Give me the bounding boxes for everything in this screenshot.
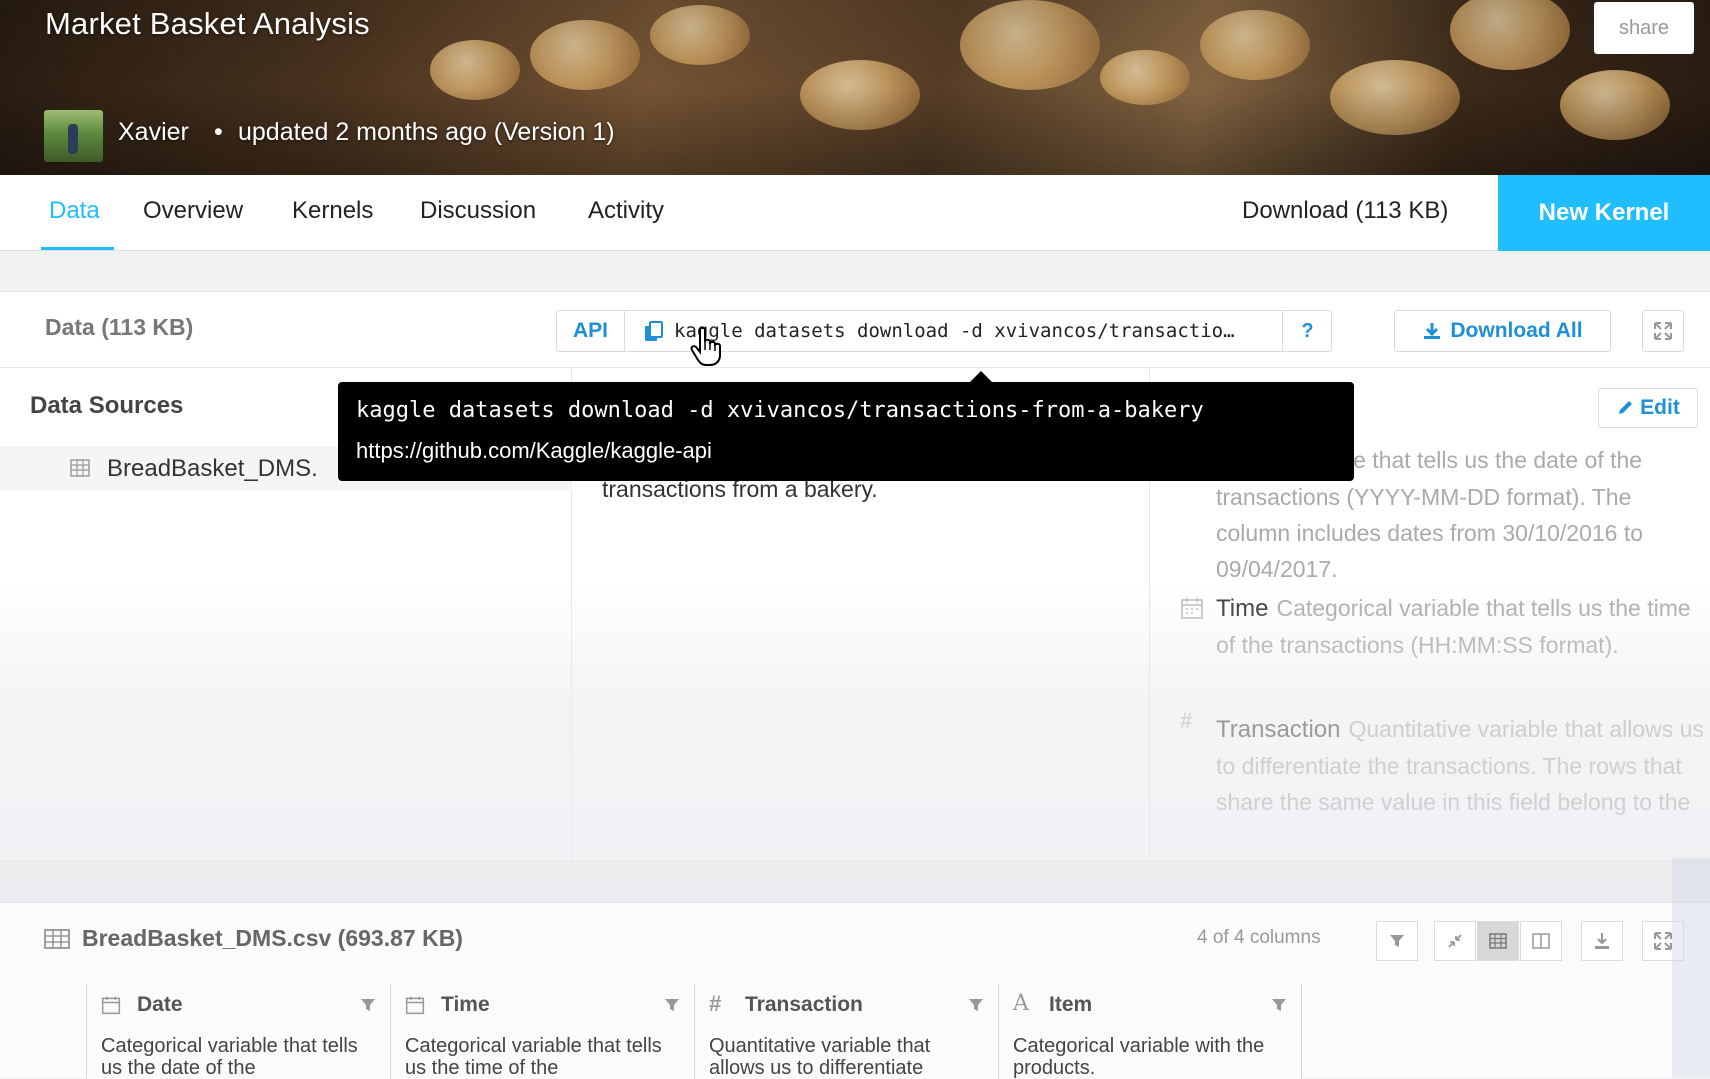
column-header-description: Quantitative variable that allows us to … [709, 1035, 931, 1079]
table-icon [44, 929, 70, 949]
share-button[interactable]: share [1594, 2, 1694, 54]
help-button[interactable]: ? [1282, 311, 1332, 351]
column-info-name: Time [1216, 595, 1269, 622]
download-icon [1424, 323, 1441, 339]
dataset-header-banner: Market Basket Analysis share Xavier • up… [0, 0, 1710, 175]
separator-dot: • [214, 118, 223, 146]
hash-icon: # [1180, 708, 1193, 733]
split-view-button[interactable] [1520, 921, 1562, 961]
active-tab-indicator [41, 247, 114, 250]
filter-button[interactable] [1376, 921, 1418, 961]
side-edge-overlay [1672, 858, 1710, 1078]
calendar-icon [1181, 598, 1203, 619]
column-header-description: Categorical variable with the products. [1013, 1035, 1265, 1079]
download-file-button[interactable] [1581, 921, 1623, 961]
data-size-label: Data (113 KB) [45, 314, 194, 340]
tooltip-link[interactable]: https://github.com/Kaggle/kaggle-api [356, 438, 712, 464]
edit-button[interactable]: Edit [1598, 388, 1698, 428]
grid-icon [1489, 933, 1507, 949]
calendar-icon [101, 996, 121, 1015]
table-icon [70, 459, 90, 477]
dataset-nav: Data Overview Kernels Discussion Activit… [0, 175, 1710, 251]
edit-label: Edit [1640, 396, 1680, 419]
filter-icon [1390, 935, 1404, 947]
columns-icon [1532, 933, 1550, 949]
text-icon: A [1013, 991, 1029, 1016]
tab-activity[interactable]: Activity [588, 197, 664, 225]
tooltip-command: kaggle datasets download -d xvivancos/tr… [356, 398, 1204, 423]
copy-icon[interactable] [643, 321, 665, 343]
download-icon [1595, 933, 1609, 949]
expand-icon [1654, 322, 1672, 340]
grid-view-button[interactable] [1477, 921, 1519, 961]
download-link[interactable]: Download (113 KB) [1242, 197, 1448, 225]
tab-kernels[interactable]: Kernels [292, 197, 373, 225]
column-header-name: Item [1049, 993, 1093, 1016]
tab-data[interactable]: Data [49, 197, 100, 225]
data-panel: Data (113 KB) API kaggle datasets downlo… [0, 291, 1710, 862]
file-preview: BreadBasket_DMS.csv (693.87 KB) 4 of 4 c… [0, 902, 1710, 1079]
collapse-icon [1448, 934, 1462, 948]
column-header-name: Date [137, 993, 183, 1016]
filter-icon[interactable] [360, 997, 376, 1013]
api-command-box[interactable]: API kaggle datasets download -d xvivanco… [556, 310, 1332, 352]
column-header-name: Time [441, 993, 490, 1016]
data-sources-title: Data Sources [30, 392, 184, 419]
table-column-transaction[interactable]: # Transaction Quantitative variable that… [694, 983, 998, 1079]
tooltip-arrow [970, 371, 992, 382]
new-kernel-button[interactable]: New Kernel [1498, 175, 1710, 251]
file-name: BreadBasket_DMS.csv (693.87 KB) [82, 925, 463, 951]
table-column-date[interactable]: Date Categorical variable that tells us … [86, 983, 390, 1079]
data-toolbar: Data (113 KB) API kaggle datasets downlo… [0, 292, 1710, 368]
dataset-title: Market Basket Analysis [45, 6, 370, 41]
api-command-text[interactable]: kaggle datasets download -d xvivancos/tr… [674, 320, 1274, 342]
tab-discussion[interactable]: Discussion [420, 197, 536, 225]
filter-icon[interactable] [968, 997, 984, 1013]
column-count: 4 of 4 columns [1197, 927, 1321, 948]
avatar[interactable] [44, 110, 103, 162]
table-column-item[interactable]: A Item Categorical variable with the pro… [998, 983, 1302, 1079]
download-all-label: Download All [1450, 319, 1583, 342]
hand-cursor-icon [690, 326, 721, 366]
column-header-description: Categorical variable that tells us the d… [101, 1035, 358, 1079]
column-info-name: Transaction [1216, 716, 1341, 743]
calendar-icon [405, 996, 425, 1015]
updated-text: updated 2 months ago (Version 1) [238, 118, 615, 146]
filter-icon[interactable] [664, 997, 680, 1013]
table-header-row: Date Categorical variable that tells us … [86, 983, 1304, 1079]
author-link[interactable]: Xavier [118, 118, 189, 147]
column-info-transaction: Transaction Quantitative variable that al… [1216, 711, 1706, 820]
column-info-text: Categorical variable that tells us the t… [1216, 595, 1691, 658]
filter-icon[interactable] [1271, 997, 1287, 1013]
column-header-name: Transaction [745, 993, 863, 1016]
compact-view-button[interactable] [1434, 921, 1476, 961]
api-button[interactable]: API [557, 311, 625, 351]
table-column-time[interactable]: Time Categorical variable that tells us … [390, 983, 694, 1079]
hash-icon: # [709, 991, 722, 1016]
column-info-time: Time Categorical variable that tells us t… [1216, 590, 1706, 663]
expand-button[interactable] [1642, 310, 1684, 352]
pencil-icon [1619, 401, 1633, 414]
expand-icon [1654, 932, 1672, 950]
download-all-button[interactable]: Download All [1394, 310, 1611, 352]
api-tooltip: kaggle datasets download -d xvivancos/tr… [338, 371, 1354, 481]
column-header-description: Categorical variable that tells us the t… [405, 1035, 662, 1079]
tab-overview[interactable]: Overview [143, 197, 243, 225]
data-source-name: BreadBasket_DMS. [107, 455, 318, 482]
